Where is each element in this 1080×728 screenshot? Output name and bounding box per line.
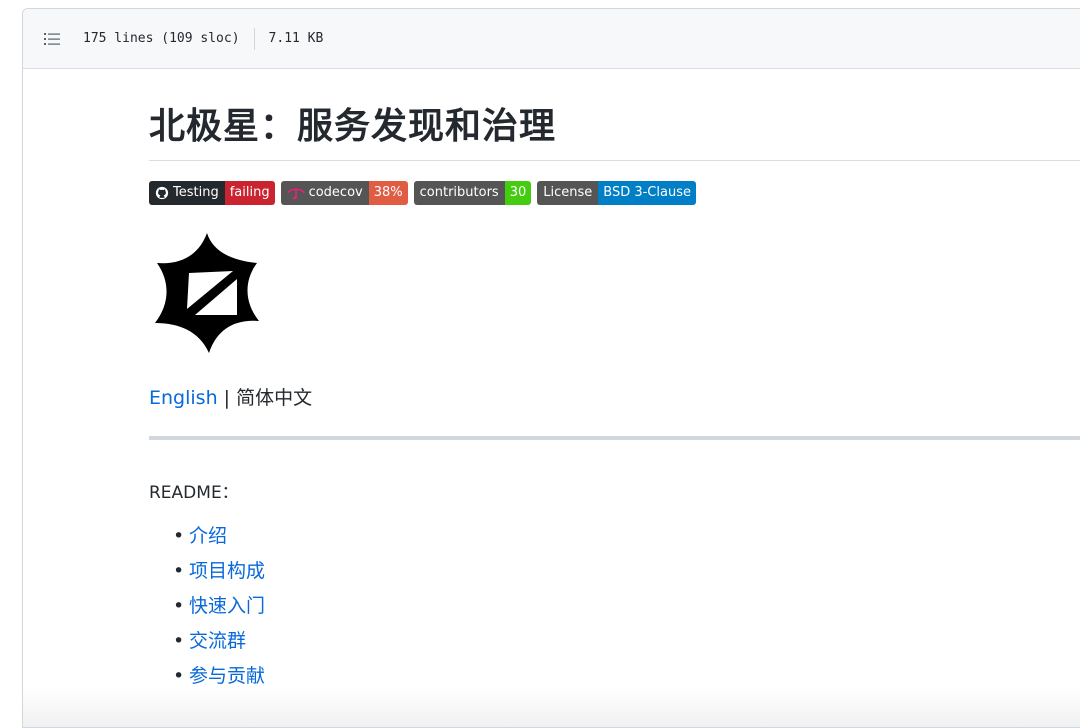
language-separator: | <box>217 387 237 410</box>
toc-link-intro[interactable]: 介绍 <box>189 525 227 547</box>
badge-label: contributors <box>419 185 499 201</box>
contributors-badge[interactable]: contributors 30 <box>413 181 532 206</box>
list-item: 快速入门 <box>173 589 1080 624</box>
list-item: 参与贡献 <box>173 659 1080 694</box>
badge-row: Testing failing codecov 38% contributors… <box>149 181 1080 206</box>
list-item: 交流群 <box>173 624 1080 659</box>
toc-link-community[interactable]: 交流群 <box>189 630 246 652</box>
markdown-body: 北极星：服务发现和治理 Testing failing codecov 38% … <box>149 105 1080 694</box>
codecov-umbrella-icon <box>286 188 305 200</box>
language-switcher: English | 简体中文 <box>149 383 1080 410</box>
english-link[interactable]: English <box>149 387 218 409</box>
list-unordered-icon[interactable] <box>43 31 63 47</box>
testing-badge[interactable]: Testing failing <box>149 181 275 206</box>
current-language: 简体中文 <box>236 387 313 410</box>
page-title: 北极星：服务发现和治理 <box>149 105 1080 162</box>
badge-label: codecov <box>308 185 363 201</box>
file-size: 7.11 KB <box>268 31 324 46</box>
badge-label: License <box>543 185 593 201</box>
toc-link-components[interactable]: 项目构成 <box>189 560 265 582</box>
toc-link-contributing[interactable]: 参与贡献 <box>189 665 265 687</box>
list-item: 介绍 <box>173 519 1080 554</box>
polaris-logo-icon <box>149 231 273 355</box>
badge-value: failing <box>224 181 275 206</box>
readme-label: README： <box>149 483 239 504</box>
toc-link-quickstart[interactable]: 快速入门 <box>189 595 265 617</box>
badge-value: 30 <box>504 181 532 206</box>
table-of-contents: 介绍 项目构成 快速入门 交流群 参与贡献 <box>149 519 1080 694</box>
badge-value: 38% <box>368 181 408 206</box>
github-icon <box>155 187 169 200</box>
file-view: 175 lines (109 sloc) 7.11 KB 北极星：服务发现和治理… <box>22 8 1080 728</box>
file-info-divider <box>253 27 255 50</box>
file-lines-info: 175 lines (109 sloc) <box>83 31 240 46</box>
file-header: 175 lines (109 sloc) 7.11 KB <box>23 9 1080 69</box>
list-item: 项目构成 <box>173 554 1080 589</box>
badge-label: Testing <box>173 185 219 201</box>
license-badge[interactable]: License BSD 3-Clause <box>537 181 696 206</box>
horizontal-rule <box>149 436 1080 441</box>
badge-value: BSD 3-Clause <box>598 181 696 206</box>
codecov-badge[interactable]: codecov 38% <box>280 181 408 206</box>
